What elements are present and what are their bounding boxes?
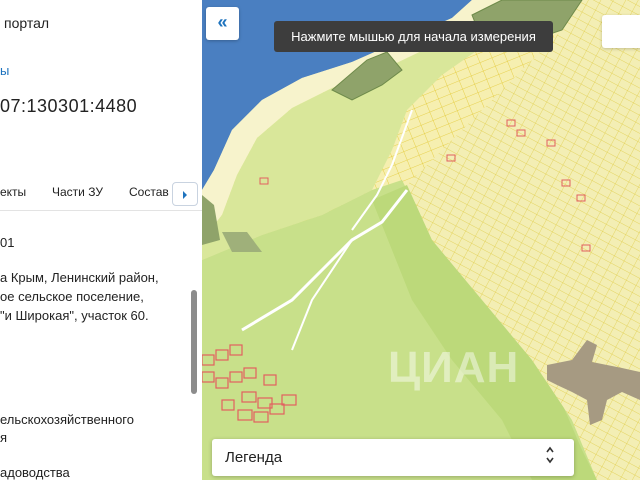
- map-canvas: [202, 0, 640, 480]
- tab-objects[interactable]: екты: [0, 185, 26, 199]
- legend-label: Легенда: [225, 449, 283, 466]
- collapse-panel-button[interactable]: «: [206, 7, 239, 40]
- chevron-right-icon: [183, 191, 187, 199]
- info-panel: портал ы 07:130301:4480 екты Части ЗУ Со…: [0, 0, 203, 480]
- measure-hint-tooltip: Нажмите мышью для начала измерения: [274, 21, 553, 52]
- info-address-line-2: ое сельское поселение,: [0, 289, 144, 304]
- breadcrumb-link[interactable]: ы: [0, 63, 9, 78]
- sort-arrows-icon: [545, 446, 555, 467]
- info-address-line-1: а Крым, Ленинский район,: [0, 270, 159, 285]
- cadastral-number: 07:130301:4480: [0, 96, 138, 116]
- watermark-logo: ЦИАН: [388, 343, 520, 392]
- info-usage: адоводства: [0, 465, 70, 480]
- info-category-line-1: ельскохозяйственного: [0, 412, 134, 427]
- cadastral-map[interactable]: ЦИАН « Нажмите мышью для начала измерени…: [202, 0, 640, 480]
- tab-next-button[interactable]: [172, 182, 198, 206]
- info-category-line-2: я: [0, 430, 8, 445]
- portal-title: портал: [4, 15, 50, 31]
- info-address-line-3: "и Широкая", участок 60.: [0, 308, 149, 323]
- scrollbar-thumb[interactable]: [191, 290, 197, 394]
- map-tool-button[interactable]: [602, 15, 640, 48]
- info-number-value: 01: [0, 235, 15, 250]
- tab-bar: екты Части ЗУ Состав: [0, 178, 202, 211]
- tab-parts[interactable]: Части ЗУ: [52, 185, 103, 199]
- double-chevron-left-icon: «: [217, 12, 228, 32]
- tab-composition[interactable]: Состав: [129, 185, 169, 199]
- legend-dropdown[interactable]: Легенда: [212, 439, 574, 476]
